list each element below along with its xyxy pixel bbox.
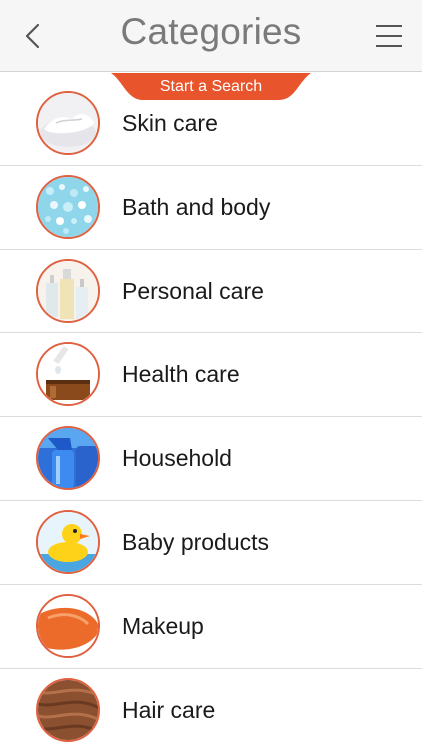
page-title: Categories [120, 11, 302, 52]
category-row-makeup[interactable]: Makeup [0, 585, 422, 669]
nav-bar: Categories [0, 0, 422, 72]
spray-bottle-icon [36, 426, 100, 491]
menu-button[interactable] [374, 22, 404, 50]
start-search-label: Start a Search [159, 78, 263, 95]
app-screen: Categories Start a Search Skin care Bath… [0, 0, 422, 750]
category-label: Bath and body [122, 193, 271, 220]
chevron-left-icon [25, 23, 40, 49]
category-row-household[interactable]: Household [0, 417, 422, 501]
category-label: Hair care [122, 696, 216, 723]
cream-jar-icon [36, 91, 100, 155]
back-button[interactable] [18, 20, 50, 52]
category-row-personal-care[interactable]: Personal care [0, 250, 422, 334]
category-list: Skin care Bath and body Personal care He… [0, 82, 422, 750]
category-label: Baby products [122, 528, 270, 555]
category-row-health-care[interactable]: Health care [0, 333, 422, 418]
category-label: Health care [122, 361, 240, 388]
bottles-icon [36, 258, 100, 323]
rubber-duck-icon [36, 509, 100, 574]
hamburger-menu-icon [376, 25, 402, 47]
category-label: Household [122, 445, 232, 472]
bath-salts-icon [36, 174, 100, 239]
makeup-swatch-icon [36, 593, 100, 658]
dropper-bottle-icon [36, 342, 100, 407]
start-search-button[interactable]: Start a Search [111, 73, 311, 100]
category-label: Skin care [122, 110, 218, 136]
category-row-baby-products[interactable]: Baby products [0, 501, 422, 585]
category-label: Makeup [122, 612, 204, 639]
hair-texture-icon [36, 677, 100, 742]
category-label: Personal care [122, 277, 264, 304]
category-row-hair-care[interactable]: Hair care [0, 669, 422, 750]
category-row-bath-and-body[interactable]: Bath and body [0, 166, 422, 250]
